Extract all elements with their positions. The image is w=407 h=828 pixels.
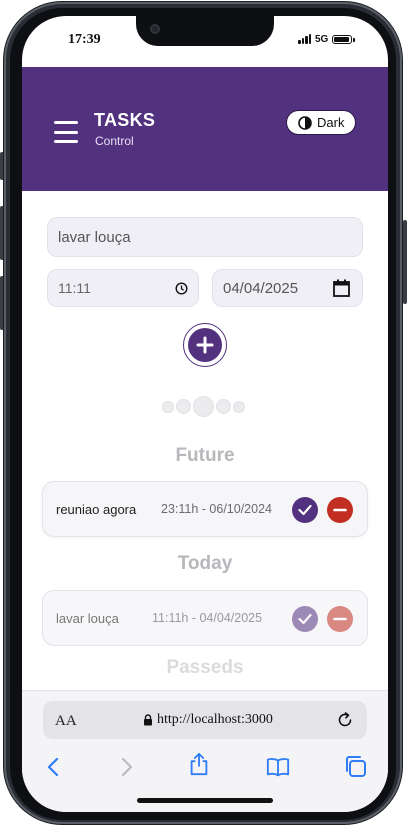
url-text: http://localhost:3000 — [157, 712, 273, 727]
task-name-input[interactable]: lavar louça — [47, 217, 363, 257]
dark-mode-button[interactable]: Dark — [286, 110, 356, 135]
minus-icon — [333, 508, 347, 512]
passeds-section-title: Passeds — [166, 657, 244, 678]
battery-icon — [332, 34, 356, 44]
delete-task-button[interactable] — [327, 497, 353, 523]
task-name: lavar louça — [56, 611, 119, 626]
future-task-card: reuniao agora 23:11h - 06/10/2024 — [42, 481, 368, 537]
plus-icon — [196, 336, 214, 354]
loading-indicator — [162, 396, 245, 417]
signal-icon — [298, 34, 311, 44]
delete-task-button[interactable] — [327, 606, 353, 632]
app-title: TASKS — [94, 110, 156, 130]
check-icon — [298, 613, 312, 625]
add-task-button-fill — [188, 328, 222, 362]
back-icon[interactable] — [42, 755, 66, 779]
bookmarks-icon[interactable] — [266, 755, 290, 779]
task-name: reuniao agora — [56, 502, 137, 517]
date-input[interactable]: 04/04/2025 — [212, 269, 363, 307]
text-size-button[interactable]: AA — [55, 713, 77, 730]
add-task-button[interactable] — [183, 323, 227, 367]
today-section-title: Today — [177, 553, 233, 574]
power-button — [403, 220, 407, 304]
app-subtitle: Control — [95, 134, 134, 148]
contrast-icon — [298, 115, 312, 130]
battery-level — [334, 36, 349, 42]
dark-mode-label: Dark — [317, 115, 345, 130]
complete-task-button[interactable] — [292, 606, 318, 632]
calendar-icon[interactable] — [333, 279, 350, 297]
minus-icon — [333, 617, 347, 621]
browser-toolbar: AA http://localhost:3000 — [22, 690, 388, 812]
status-time: 17:39 — [68, 32, 101, 47]
tabs-icon[interactable] — [343, 754, 367, 778]
app-header: TASKS Control Dark — [22, 67, 388, 191]
check-icon — [298, 504, 312, 516]
complete-task-button[interactable] — [292, 497, 318, 523]
clock-icon[interactable] — [175, 281, 188, 295]
future-section-title: Future — [175, 445, 235, 466]
hamburger-menu-icon[interactable] — [54, 121, 78, 143]
home-indicator[interactable] — [137, 798, 273, 803]
date-value: 04/04/2025 — [223, 279, 299, 297]
task-datetime: 23:11h - 06/10/2024 — [161, 502, 272, 516]
network-label: 5G — [315, 33, 329, 45]
share-icon[interactable] — [187, 752, 211, 776]
task-datetime: 11:11h - 04/04/2025 — [152, 611, 263, 625]
front-camera — [150, 24, 160, 34]
time-value: 11:11 — [58, 280, 91, 296]
phone-screen: 17:39 5G TASKS Control Dark lavar louça … — [22, 16, 388, 812]
address-bar[interactable]: AA http://localhost:3000 — [43, 701, 367, 739]
lock-icon — [144, 714, 152, 726]
time-input[interactable]: 11:11 — [47, 269, 199, 307]
today-task-card: lavar louça 11:11h - 04/04/2025 — [42, 590, 368, 646]
reload-icon[interactable] — [336, 711, 354, 729]
forward-icon[interactable] — [114, 755, 138, 779]
status-indicators: 5G — [298, 32, 356, 46]
